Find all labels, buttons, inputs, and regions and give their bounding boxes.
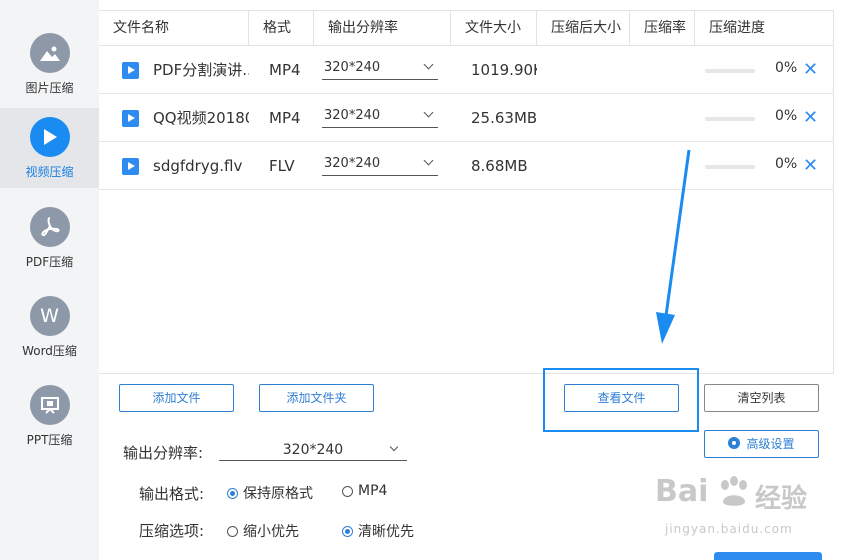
- app-window: 图片压缩 视频压缩 PDF压缩 W Word压缩 PPT压缩 文件名称 格式 输…: [0, 0, 855, 560]
- paw-icon: [721, 476, 747, 506]
- watermark-brand: Bai: [655, 474, 709, 509]
- watermark-url: jingyan.baidu.com: [665, 522, 793, 536]
- baidu-watermark: Bai 经验 jingyan.baidu.com: [655, 468, 835, 548]
- start-compress-button[interactable]: [714, 552, 822, 560]
- watermark-brand-2: 经验: [755, 484, 808, 514]
